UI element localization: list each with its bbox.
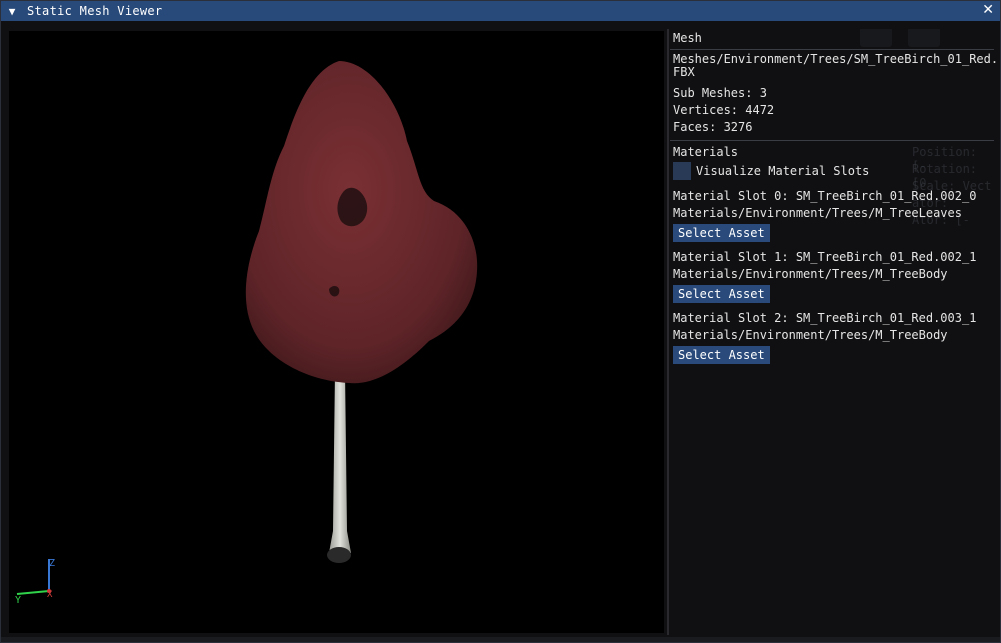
select-asset-button-slot-2[interactable]: Select Asset [673, 346, 770, 364]
gizmo-z-label: Z [49, 558, 55, 569]
window-title: Static Mesh Viewer [27, 4, 163, 18]
material-slot-2-path: Materials/Environment/Trees/M_TreeBody [673, 328, 948, 342]
select-asset-button-slot-1[interactable]: Select Asset [673, 285, 770, 303]
bottom-scrollbar[interactable] [1, 637, 1000, 642]
mesh-path-line1: Meshes/Environment/Trees/SM_TreeBirch_01… [673, 52, 998, 66]
mesh-path-line2: FBX [673, 65, 695, 79]
mesh-properties-panel: Position: [- Rotation: [0 Scale: Vect at… [670, 29, 998, 635]
material-slot-0-path: Materials/Environment/Trees/M_TreeLeaves [673, 206, 962, 220]
tree-trunk [329, 371, 351, 553]
tree-render: Z Y X [15, 61, 478, 606]
collapse-arrow-icon[interactable]: ▼ [3, 5, 21, 18]
window-titlebar[interactable]: ▼ Static Mesh Viewer ✕ [1, 1, 1000, 21]
close-icon[interactable]: ✕ [982, 2, 994, 18]
gizmo-x-label: X [47, 590, 53, 600]
material-slot-0-title: Material Slot 0: SM_TreeBirch_01_Red.002… [673, 189, 977, 203]
materials-header: Materials [673, 145, 739, 159]
faces-count: Faces: 3276 [673, 120, 753, 134]
visualize-material-slots-label[interactable]: Visualize Material Slots [696, 164, 869, 178]
static-mesh-viewer-window: ▼ Static Mesh Viewer ✕ Z Y X Position: [… [0, 0, 1001, 643]
select-asset-button-slot-0[interactable]: Select Asset [673, 224, 770, 242]
ghost-play-icon [908, 29, 940, 47]
panel-splitter[interactable] [667, 29, 669, 635]
divider [670, 140, 994, 141]
material-slot-1-path: Materials/Environment/Trees/M_TreeBody [673, 267, 948, 281]
mesh-header: Mesh [673, 31, 702, 45]
vertices-count: Vertices: 4472 [673, 103, 775, 117]
ghost-gamepad-icon [860, 29, 892, 47]
material-slot-2-title: Material Slot 2: SM_TreeBirch_01_Red.003… [673, 311, 977, 325]
gizmo-y-label: Y [15, 595, 21, 606]
gizmo-y-axis [16, 590, 50, 595]
mesh-viewport[interactable]: Z Y X [9, 31, 664, 633]
material-slot-1-title: Material Slot 1: SM_TreeBirch_01_Red.002… [673, 250, 977, 264]
tree-base [327, 547, 351, 563]
sub-meshes-count: Sub Meshes: 3 [673, 86, 767, 100]
visualize-material-slots-checkbox[interactable] [673, 162, 691, 180]
divider [670, 49, 994, 50]
